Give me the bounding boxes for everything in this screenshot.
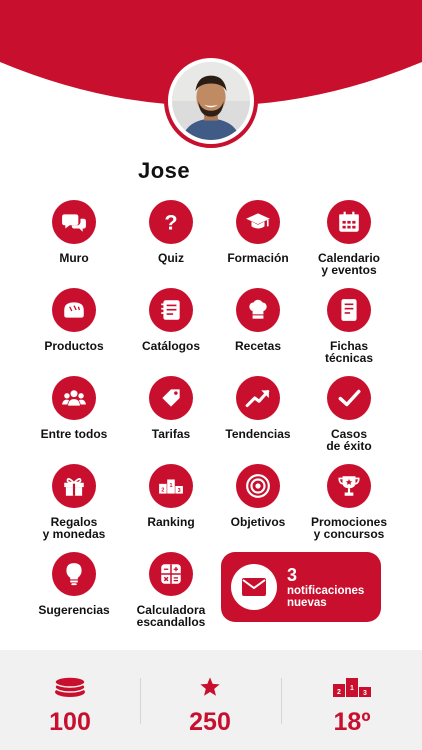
chat-bubbles-icon [52,200,96,244]
menu-item-label: Tarifas [151,427,191,441]
menu-item-label: Promociones y concursos [310,515,388,541]
menu-item-sugerencias[interactable]: Sugerencias [22,552,126,616]
trophy-icon [327,464,371,508]
menu-item-calendario[interactable]: Calendario y eventos [297,200,401,276]
coins-icon [53,676,87,698]
podium-icon: 2 1 3 [332,676,372,698]
chef-hat-icon [236,288,280,332]
menu-item-promociones[interactable]: Promociones y concursos [297,464,401,540]
svg-text:3: 3 [363,690,367,697]
menu-item-label: Entre todos [40,427,108,441]
menu-item-muro[interactable]: Muro [22,200,126,264]
notifications-count: 3 [287,565,298,585]
svg-text:3: 3 [178,488,181,494]
svg-text:2: 2 [161,487,164,493]
menu-item-entre-todos[interactable]: Entre todos [22,376,126,440]
stat-points[interactable]: 250 [140,650,280,750]
svg-text:1: 1 [350,685,354,692]
svg-text:1: 1 [169,483,172,489]
menu-item-label: Casos de éxito [326,427,372,453]
calculator-icon [149,552,193,596]
trend-up-icon [236,376,280,420]
menu-item-label: Calendario y eventos [317,251,380,277]
menu-item-label: Formación [227,251,289,265]
menu-item-label: Catálogos [141,339,200,353]
group-icon [52,376,96,420]
profile-name: Jose [138,158,191,183]
menu-item-label: Tendencias [225,427,291,441]
calendar-icon [327,200,371,244]
menu-item-regalos[interactable]: Regalos y monedas [22,464,126,540]
menu-item-formacion[interactable]: Formación [206,200,310,264]
svg-text:2: 2 [337,689,341,696]
notebook-icon [149,288,193,332]
coins-value: 100 [49,708,91,736]
menu-item-label: Fichas técnicas [324,339,374,365]
menu-item-fichas[interactable]: Fichas técnicas [297,288,401,364]
gift-icon [52,464,96,508]
menu-item-objetivos[interactable]: Objetivos [206,464,310,528]
menu-item-label: Productos [44,339,104,353]
svg-text:?: ? [164,210,177,235]
target-icon [236,464,280,508]
avatar[interactable] [164,54,258,148]
menu-item-label: Calculadora escandallos [136,603,206,629]
envelope-icon [231,564,277,610]
menu-item-productos[interactable]: Productos [22,288,126,352]
user-photo [172,62,250,140]
menu-item-label: Muro [59,251,89,265]
bread-icon [52,288,96,332]
menu-item-label: Sugerencias [38,603,110,617]
checkmark-icon [327,376,371,420]
notifications-label: notificaciones nuevas [287,585,365,609]
menu-item-label: Quiz [158,251,184,265]
price-tag-icon [149,376,193,420]
menu-item-tendencias[interactable]: Tendencias [206,376,310,440]
stat-rank[interactable]: 2 1 3 18º [282,650,422,750]
notifications-card[interactable]: 3 notificaciones nuevas [221,552,381,622]
menu-item-label: Ranking [147,515,195,529]
menu-item-label: Regalos y monedas [42,515,106,541]
document-icon [327,288,371,332]
lightbulb-icon [52,552,96,596]
points-value: 250 [189,708,231,736]
menu-item-label: Objetivos [230,515,286,529]
question-mark-icon: ? [149,200,193,244]
stat-coins[interactable]: 100 [0,650,140,750]
star-icon [199,676,221,698]
graduation-cap-icon [236,200,280,244]
menu-item-casos[interactable]: Casos de éxito [297,376,401,452]
menu-item-label: Recetas [234,339,282,353]
rank-value: 18º [333,708,371,736]
menu-item-calculadora[interactable]: Calculadora escandallos [119,552,223,628]
menu-item-recetas[interactable]: Recetas [206,288,310,352]
podium-icon: 213 [149,464,193,508]
